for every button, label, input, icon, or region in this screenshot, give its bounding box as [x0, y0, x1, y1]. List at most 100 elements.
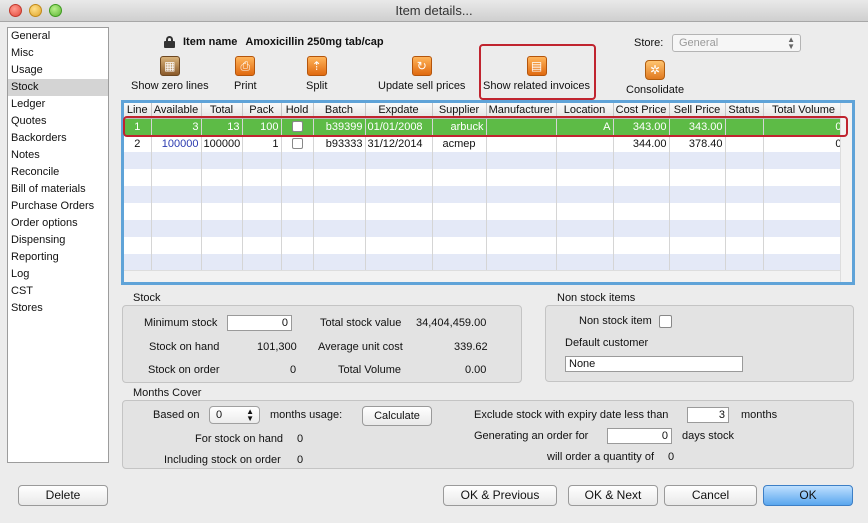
sidebar-item-backorders[interactable]: Backorders — [8, 130, 108, 147]
cell-line: 2 — [124, 135, 152, 152]
sidebar-item-purchase-orders[interactable]: Purchase Orders — [8, 198, 108, 215]
non-stock-group: Non stock item Default customer None — [545, 305, 854, 382]
item-details-window: Item details... General Misc Usage Stock… — [0, 0, 868, 523]
will-order-label: will order a quantity of — [547, 451, 654, 463]
store-label: Store: — [634, 37, 664, 49]
for-stock-on-hand-value: 0 — [297, 433, 304, 445]
calculate-button[interactable]: Calculate — [362, 406, 432, 426]
sidebar-item-reconcile[interactable]: Reconcile — [8, 164, 108, 181]
stock-on-hand-value: 101,300 — [257, 341, 297, 353]
consolidate-button[interactable]: ✲ Consolidate — [626, 60, 684, 96]
sidebar-item-ledger[interactable]: Ledger — [8, 96, 108, 113]
sidebar-item-general[interactable]: General — [8, 28, 108, 45]
non-stock-group-title: Non stock items — [557, 292, 636, 304]
minimize-window-button[interactable] — [29, 4, 42, 17]
sidebar-item-dispensing[interactable]: Dispensing — [8, 232, 108, 249]
stock-group: Minimum stock 0 Total stock value 34,404… — [122, 305, 522, 383]
sidebar: General Misc Usage Stock Ledger Quotes B… — [7, 27, 109, 463]
delete-button[interactable]: Delete — [18, 485, 108, 506]
sidebar-item-misc[interactable]: Misc — [8, 45, 108, 62]
sidebar-item-usage[interactable]: Usage — [8, 62, 108, 79]
total-stock-value-label: Total stock value — [320, 317, 402, 329]
empty-row — [124, 169, 845, 186]
will-order-value: 0 — [668, 451, 675, 463]
sidebar-item-cst[interactable]: CST — [8, 283, 108, 300]
default-customer-input[interactable]: None — [565, 356, 743, 372]
ok-button[interactable]: OK — [763, 485, 853, 506]
cell-sell-price: 378.40 — [669, 135, 726, 152]
including-stock-on-order-label: Including stock on order — [164, 454, 281, 466]
average-unit-cost-value: 339.62 — [454, 341, 488, 353]
item-name-label: Item name — [183, 36, 238, 48]
sidebar-item-notes[interactable]: Notes — [8, 147, 108, 164]
cell-batch: b93333 — [313, 135, 366, 152]
lock-icon[interactable] — [164, 36, 175, 48]
months-cover-group-title: Months Cover — [133, 387, 202, 399]
minimum-stock-input[interactable]: 0 — [227, 315, 292, 331]
stock-on-hand-label: Stock on hand — [149, 341, 220, 353]
empty-row — [124, 186, 845, 203]
select-arrows-icon: ▲ ▼ — [787, 35, 795, 51]
stock-on-order-label: Stock on order — [148, 364, 220, 376]
update-sell-prices-label: Update sell prices — [378, 80, 466, 92]
horizontal-scrollbar[interactable] — [124, 270, 840, 282]
item-name-row: Item name Amoxicillin 250mg tab/cap — [164, 36, 384, 48]
cancel-button[interactable]: Cancel — [664, 485, 757, 506]
cell-hold — [281, 135, 314, 152]
print-icon: ⎙ — [235, 56, 256, 76]
cell-cost-price: 344.00 — [613, 135, 670, 152]
default-customer-label: Default customer — [565, 337, 649, 349]
cell-status — [725, 135, 764, 152]
gear-icon: ✲ — [645, 60, 666, 80]
store-select-value: General — [679, 37, 719, 49]
sidebar-item-bill-of-materials[interactable]: Bill of materials — [8, 181, 108, 198]
exclude-expiry-input[interactable]: 3 — [687, 407, 729, 423]
cell-expdate: 31/12/2014 — [365, 135, 433, 152]
zoom-window-button[interactable] — [49, 4, 62, 17]
sidebar-item-stores[interactable]: Stores — [8, 300, 108, 317]
total-stock-value: 34,404,459.00 — [416, 317, 487, 329]
total-volume-value: 0.00 — [465, 364, 487, 376]
update-sell-prices-button[interactable]: ↻ Update sell prices — [378, 56, 465, 92]
based-on-select[interactable]: 0 ▲ ▼ — [209, 406, 260, 424]
show-zero-lines-button[interactable]: ▦ Show zero lines — [131, 56, 209, 92]
ok-next-button[interactable]: OK & Next — [568, 485, 658, 506]
months-cover-group: Based on 0 ▲ ▼ months usage: Calculate Fo… — [122, 400, 854, 469]
stock-group-title: Stock — [133, 292, 161, 304]
print-button[interactable]: ⎙ Print — [234, 56, 257, 92]
refresh-icon: ↻ — [411, 56, 432, 76]
generating-order-label: Generating an order for — [474, 430, 589, 442]
box-icon: ▦ — [159, 56, 180, 76]
minimum-stock-label: Minimum stock — [144, 317, 218, 329]
exclude-expiry-label: Exclude stock with expiry date less than — [474, 409, 669, 421]
sidebar-item-stock[interactable]: Stock — [8, 79, 108, 96]
sidebar-item-order-options[interactable]: Order options — [8, 215, 108, 232]
total-volume-label: Total Volume — [338, 364, 401, 376]
table-row[interactable]: 2 100000 100000 1 b93333 31/12/2014 acme… — [124, 135, 845, 152]
ok-previous-button[interactable]: OK & Previous — [443, 485, 557, 506]
non-stock-item-checkbox[interactable] — [659, 315, 672, 328]
sidebar-item-log[interactable]: Log — [8, 266, 108, 283]
close-window-button[interactable] — [9, 4, 22, 17]
store-select[interactable]: General ▲ ▼ — [672, 34, 801, 52]
empty-row — [124, 152, 845, 169]
sidebar-item-reporting[interactable]: Reporting — [8, 249, 108, 266]
consolidate-label: Consolidate — [626, 84, 685, 96]
days-stock-label: days stock — [682, 430, 734, 442]
cell-total: 100000 — [201, 135, 243, 152]
sidebar-item-quotes[interactable]: Quotes — [8, 113, 108, 130]
hold-checkbox[interactable] — [291, 138, 303, 150]
selected-row-highlight — [123, 116, 848, 137]
cell-supplier: acmep — [432, 135, 487, 152]
empty-row — [124, 254, 845, 271]
title-bar: Item details... — [0, 0, 868, 22]
based-on-value: 0 — [216, 409, 223, 421]
item-name-value: Amoxicillin 250mg tab/cap — [245, 36, 384, 48]
split-button[interactable]: ⇡ Split — [306, 56, 327, 92]
generating-order-input[interactable]: 0 — [607, 428, 672, 444]
months-usage-label: months usage: — [270, 409, 343, 421]
average-unit-cost-label: Average unit cost — [318, 341, 403, 353]
including-stock-on-order-value: 0 — [297, 454, 304, 466]
empty-row — [124, 220, 845, 237]
window-title: Item details... — [395, 3, 473, 18]
